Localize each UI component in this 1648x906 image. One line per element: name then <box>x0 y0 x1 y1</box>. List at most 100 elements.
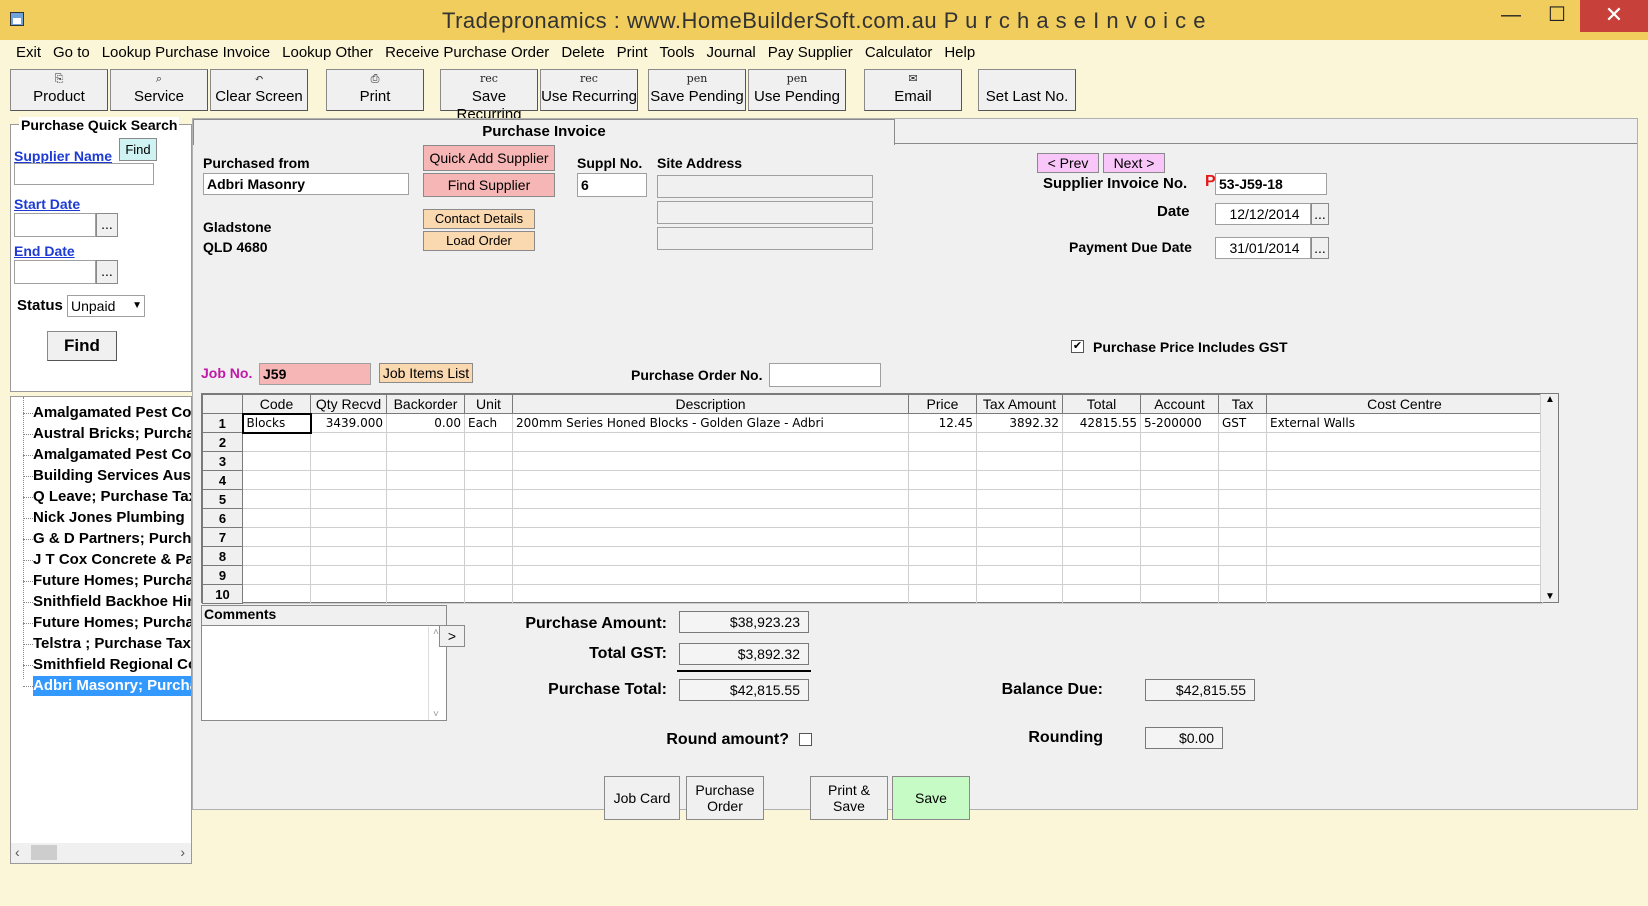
scroll-up-icon[interactable]: ▲ <box>1545 394 1555 405</box>
date-field[interactable]: 12/12/2014 <box>1215 203 1311 225</box>
column-header[interactable]: Description <box>512 394 909 414</box>
grid-cell[interactable] <box>512 546 909 566</box>
result-item[interactable]: Building Services Australia <box>33 466 191 486</box>
tab-purchase-invoice[interactable]: Purchase Invoice <box>193 119 895 145</box>
grid-cell[interactable] <box>908 451 977 471</box>
table-row[interactable]: 1 Blocks 3439.000 0.00 Each 200mm Series Hone… <box>202 412 1543 434</box>
grid-cell[interactable] <box>310 470 387 490</box>
grid-cell[interactable] <box>310 584 387 604</box>
payment-due-date-field[interactable]: 31/01/2014 <box>1215 237 1311 259</box>
column-header[interactable]: Tax <box>1218 394 1267 414</box>
grid-cell[interactable] <box>386 546 465 566</box>
grid-cell[interactable] <box>1062 527 1141 547</box>
vertical-scrollbar[interactable]: ▲ ▼ <box>1540 394 1558 602</box>
site-address-line1[interactable] <box>657 175 873 198</box>
column-header[interactable]: Cost Centre <box>1266 394 1543 414</box>
service-button[interactable]: ⌕ Service <box>110 69 208 111</box>
grid-cell[interactable] <box>310 451 387 471</box>
round-amount-checkbox[interactable] <box>799 733 812 746</box>
grid-cell[interactable] <box>1140 527 1219 547</box>
row-number[interactable]: 4 <box>202 470 243 490</box>
end-date-input[interactable] <box>14 260 96 284</box>
menu-print[interactable]: Print <box>611 42 654 66</box>
row-number[interactable]: 8 <box>202 546 243 566</box>
grid-cell[interactable] <box>512 432 909 452</box>
grid-cell[interactable] <box>310 527 387 547</box>
supplier-invoice-no-field[interactable]: 53-J59-18 <box>1215 173 1327 195</box>
grid-cell[interactable] <box>1266 584 1543 604</box>
date-picker-button[interactable]: ... <box>1311 203 1329 225</box>
table-row[interactable]: 6 <box>202 508 1543 528</box>
grid-cell[interactable] <box>242 470 311 490</box>
product-button[interactable]: ⎘ Product <box>10 69 108 111</box>
grid-cell[interactable] <box>1218 489 1267 509</box>
result-item[interactable]: Snithfield Backhoe Hire <box>33 592 191 612</box>
grid-cell[interactable] <box>1062 546 1141 566</box>
result-item[interactable]: Amalgamated Pest Control; Purchase <box>33 403 191 423</box>
column-header[interactable]: Tax Amount <box>976 394 1063 414</box>
grid-cell[interactable] <box>976 470 1063 490</box>
grid-cell[interactable] <box>464 527 513 547</box>
job-no-field[interactable]: J59 <box>259 363 371 385</box>
grid-cell[interactable] <box>242 546 311 566</box>
grid-cell[interactable] <box>1062 565 1141 585</box>
table-row[interactable]: 7 <box>202 527 1543 547</box>
menu-calculator[interactable]: Calculator <box>859 42 939 66</box>
next-button[interactable]: Next > <box>1103 153 1165 173</box>
result-item[interactable]: Nick Jones Plumbing <box>33 508 191 528</box>
minimize-button[interactable]: — <box>1488 0 1534 32</box>
grid-cell[interactable]: 3892.32 <box>976 413 1063 433</box>
table-row[interactable]: 5 <box>202 489 1543 509</box>
grid-cell[interactable]: 12.45 <box>908 413 977 433</box>
grid-cell[interactable] <box>386 508 465 528</box>
menu-receive-purchase-order[interactable]: Receive Purchase Order <box>379 42 555 66</box>
row-number[interactable]: 10 <box>202 584 243 604</box>
job-card-button[interactable]: Job Card <box>604 776 680 820</box>
use-recurring-button[interactable]: rec Use Recurring <box>540 69 638 111</box>
table-row[interactable]: 10 <box>202 584 1543 604</box>
column-header[interactable]: Account <box>1140 394 1219 414</box>
grid-cell[interactable] <box>1062 489 1141 509</box>
grid-cell[interactable] <box>512 508 909 528</box>
grid-cell[interactable] <box>1140 565 1219 585</box>
grid-cell[interactable] <box>464 451 513 471</box>
grid-cell[interactable] <box>512 470 909 490</box>
print-button[interactable]: ⎙ Print <box>326 69 424 111</box>
menu-lookup-purchase-invoice[interactable]: Lookup Purchase Invoice <box>96 42 276 66</box>
comments-textarea[interactable] <box>202 627 428 720</box>
grid-cell[interactable] <box>908 432 977 452</box>
due-date-picker-button[interactable]: ... <box>1311 237 1329 259</box>
table-row[interactable]: 4 <box>202 470 1543 490</box>
grid-cell[interactable] <box>464 508 513 528</box>
grid-cell[interactable] <box>908 508 977 528</box>
grid-cell[interactable] <box>1140 508 1219 528</box>
supplier-name-field[interactable]: Adbri Masonry <box>203 173 409 195</box>
grid-cell[interactable] <box>1062 584 1141 604</box>
result-item[interactable]: J T Cox Concrete & Paving <box>33 550 191 570</box>
result-item[interactable]: G & D Partners; Purchase <box>33 529 191 549</box>
menu-exit[interactable]: Exit <box>10 42 47 66</box>
prev-button[interactable]: < Prev <box>1037 153 1099 173</box>
grid-cell[interactable]: 42815.55 <box>1062 413 1141 433</box>
supplier-name-input[interactable] <box>14 163 154 185</box>
grid-cell[interactable] <box>1218 432 1267 452</box>
grid-cell[interactable] <box>1266 470 1543 490</box>
result-item[interactable]: Austral Bricks; Purchase <box>33 424 191 444</box>
grid-cell[interactable] <box>908 489 977 509</box>
grid-cell[interactable] <box>976 432 1063 452</box>
menu-delete[interactable]: Delete <box>555 42 610 66</box>
column-header[interactable]: Total <box>1062 394 1141 414</box>
column-header[interactable]: Code <box>242 394 311 414</box>
grid-cell[interactable] <box>908 470 977 490</box>
includes-gst-checkbox[interactable]: ✔ <box>1071 340 1084 353</box>
grid-cell[interactable] <box>386 527 465 547</box>
grid-cell[interactable] <box>386 565 465 585</box>
grid-cell[interactable] <box>1218 527 1267 547</box>
find-supplier-small-button[interactable]: Find <box>119 138 157 161</box>
table-row[interactable]: 8 <box>202 546 1543 566</box>
column-header[interactable]: Price <box>908 394 977 414</box>
start-date-input[interactable] <box>14 213 96 237</box>
grid-cell[interactable] <box>1266 451 1543 471</box>
grid-cell[interactable]: Each <box>464 413 513 433</box>
end-date-label[interactable]: End Date <box>14 243 75 259</box>
